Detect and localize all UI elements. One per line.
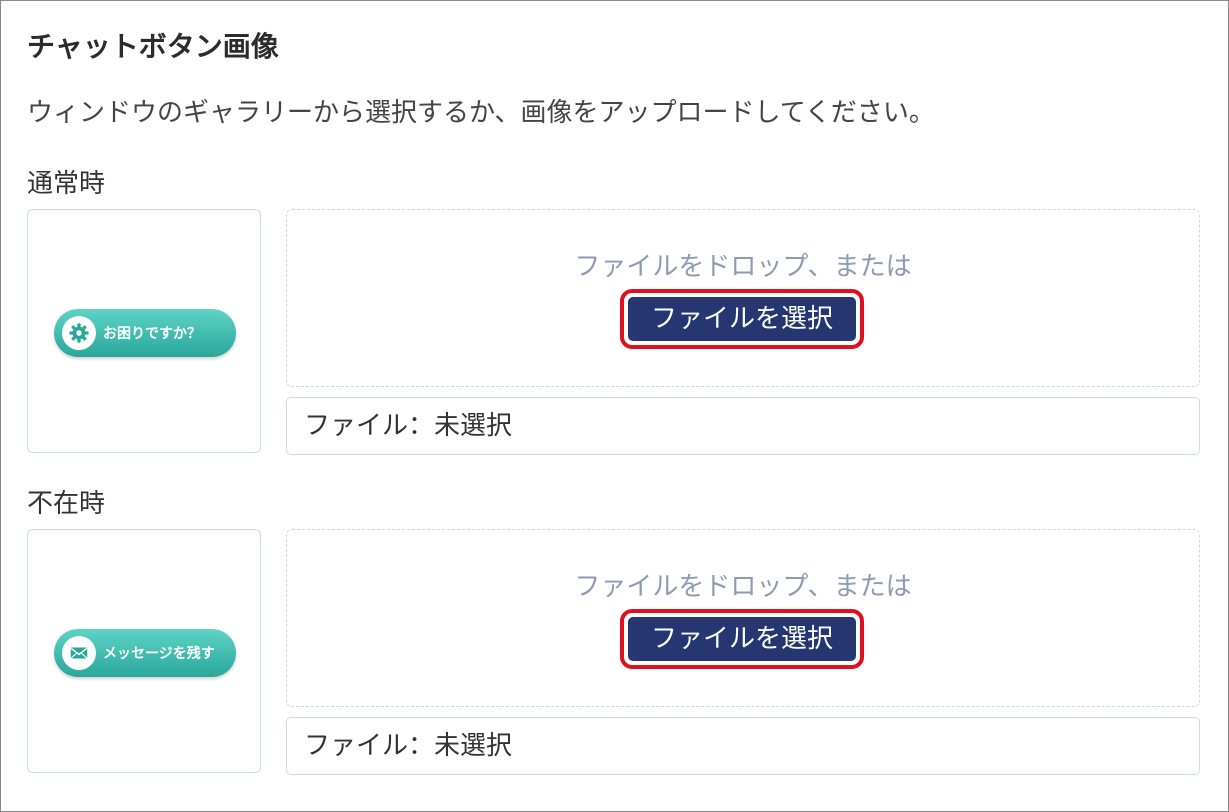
away-select-highlight: ファイルを選択 — [620, 609, 864, 669]
away-select-file-button[interactable]: ファイルを選択 — [628, 617, 856, 661]
away-file-status: ファイル：未選択 — [286, 717, 1200, 775]
section-title: チャットボタン画像 — [27, 30, 279, 63]
normal-chat-button-preview: お困りですか？ — [54, 309, 236, 357]
away-chat-button-text: メッセージを残す — [103, 646, 215, 662]
normal-drop-zone[interactable]: ファイルをドロップ、または ファイルを選択 — [286, 209, 1200, 387]
normal-chat-button-text: お困りですか？ — [103, 326, 201, 342]
envelope-icon — [62, 636, 96, 670]
normal-state-label: 通常時 — [27, 169, 106, 199]
away-drop-zone[interactable]: ファイルをドロップ、または ファイルを選択 — [286, 529, 1200, 707]
away-chat-button-preview: メッセージを残す — [54, 629, 236, 677]
chat-button-image-panel: チャットボタン画像 ウィンドウのギャラリーから選択するか、画像をアップロードして… — [0, 0, 1229, 812]
away-preview-box: メッセージを残す — [27, 529, 261, 773]
normal-file-status: ファイル：未選択 — [286, 397, 1200, 455]
away-drop-text: ファイルをドロップ、または — [574, 572, 912, 602]
normal-preview-box: お困りですか？ — [27, 209, 261, 453]
away-state-label: 不在時 — [27, 489, 106, 519]
normal-select-highlight: ファイルを選択 — [620, 289, 864, 349]
gear-icon — [62, 316, 96, 350]
section-description: ウィンドウのギャラリーから選択するか、画像をアップロードしてください。 — [27, 98, 935, 128]
normal-drop-text: ファイルをドロップ、または — [574, 252, 912, 282]
normal-select-file-button[interactable]: ファイルを選択 — [628, 297, 856, 341]
